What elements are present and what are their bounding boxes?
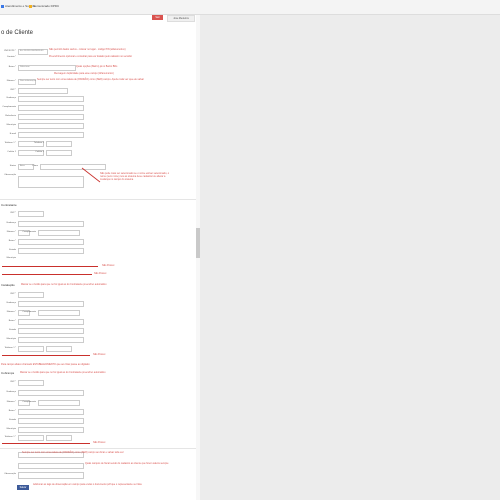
annotation-arrows (81, 167, 101, 183)
arrow-line (81, 167, 101, 183)
